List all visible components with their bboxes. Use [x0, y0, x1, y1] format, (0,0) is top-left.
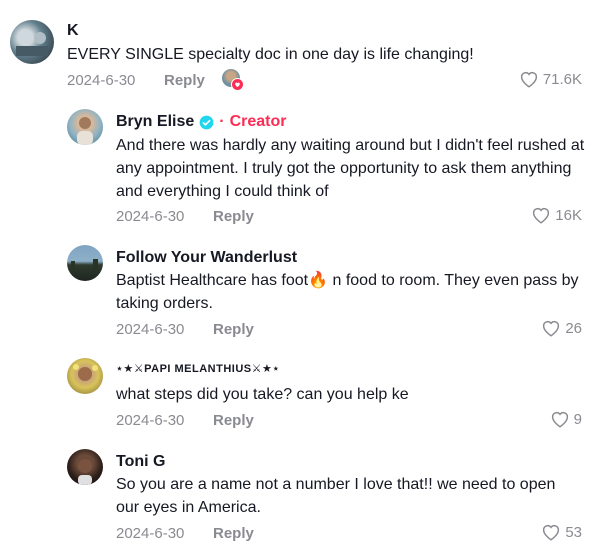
avatar[interactable]	[67, 245, 103, 281]
comment-author[interactable]: ⋆★⚔PAPI MELANTHIUS⚔★⋆	[116, 362, 280, 375]
like-button[interactable]: 16K	[531, 206, 582, 224]
reply-button[interactable]: Reply	[213, 525, 254, 542]
like-button[interactable]: 9	[550, 410, 582, 428]
like-count: 16K	[555, 206, 582, 224]
avatar-image-icon	[71, 259, 98, 271]
avatar[interactable]	[67, 358, 103, 394]
heart-badge-icon	[231, 78, 244, 91]
like-count: 53	[565, 523, 582, 541]
comment-text-part: Baptist Healthcare has foot	[116, 272, 309, 289]
comment-author[interactable]: K	[67, 22, 79, 40]
avatar[interactable]	[67, 109, 103, 145]
comment-author[interactable]: Follow Your Wanderlust	[116, 249, 297, 267]
comment-text: Baptist Healthcare has foot🔥 n food to r…	[116, 269, 586, 315]
reply-button[interactable]: Reply	[164, 72, 205, 89]
comment-author: Bryn Elise · Creator	[116, 113, 287, 131]
like-button[interactable]: 71.6K	[519, 70, 582, 88]
heart-icon	[551, 412, 568, 428]
author-name[interactable]: Bryn Elise	[116, 113, 194, 131]
heart-icon	[533, 208, 550, 224]
verified-badge-icon	[199, 115, 214, 129]
creator-liked-avatar	[222, 69, 244, 91]
reply-button[interactable]: Reply	[213, 412, 254, 429]
avatar-image-icon	[73, 364, 98, 381]
comment-author[interactable]: Toni G	[116, 453, 165, 471]
comment-text: So you are a name not a number I love th…	[116, 476, 556, 516]
reply-button[interactable]: Reply	[213, 208, 254, 225]
comment-date: 2024-6-30	[67, 72, 136, 89]
comment-text: EVERY SINGLE specialty doc in one day is…	[67, 46, 474, 63]
creator-separator: ·	[219, 113, 225, 130]
avatar-image-icon	[77, 117, 93, 145]
like-button[interactable]: 53	[541, 523, 582, 541]
heart-icon	[543, 321, 560, 337]
avatar[interactable]	[10, 20, 54, 64]
avatar-image-icon	[16, 32, 48, 56]
heart-icon	[543, 525, 560, 541]
comment-date: 2024-6-30	[116, 321, 185, 338]
reply-button[interactable]: Reply	[213, 321, 254, 338]
creator-label: Creator	[229, 113, 287, 130]
comment-date: 2024-6-30	[116, 208, 185, 225]
avatar[interactable]	[67, 449, 103, 485]
like-count: 9	[573, 410, 582, 428]
avatar-image-icon	[78, 459, 92, 485]
comment-text: And there was hardly any waiting around …	[116, 137, 585, 200]
comment-date: 2024-6-30	[116, 525, 185, 542]
heart-icon	[520, 72, 537, 88]
fire-emoji-icon: 🔥	[308, 272, 329, 289]
like-count: 71.6K	[542, 70, 582, 88]
comment-text: what steps did you take? can you help ke	[116, 386, 409, 403]
like-count: 26	[565, 319, 582, 337]
like-button[interactable]: 26	[541, 319, 582, 337]
comment-date: 2024-6-30	[116, 412, 185, 429]
